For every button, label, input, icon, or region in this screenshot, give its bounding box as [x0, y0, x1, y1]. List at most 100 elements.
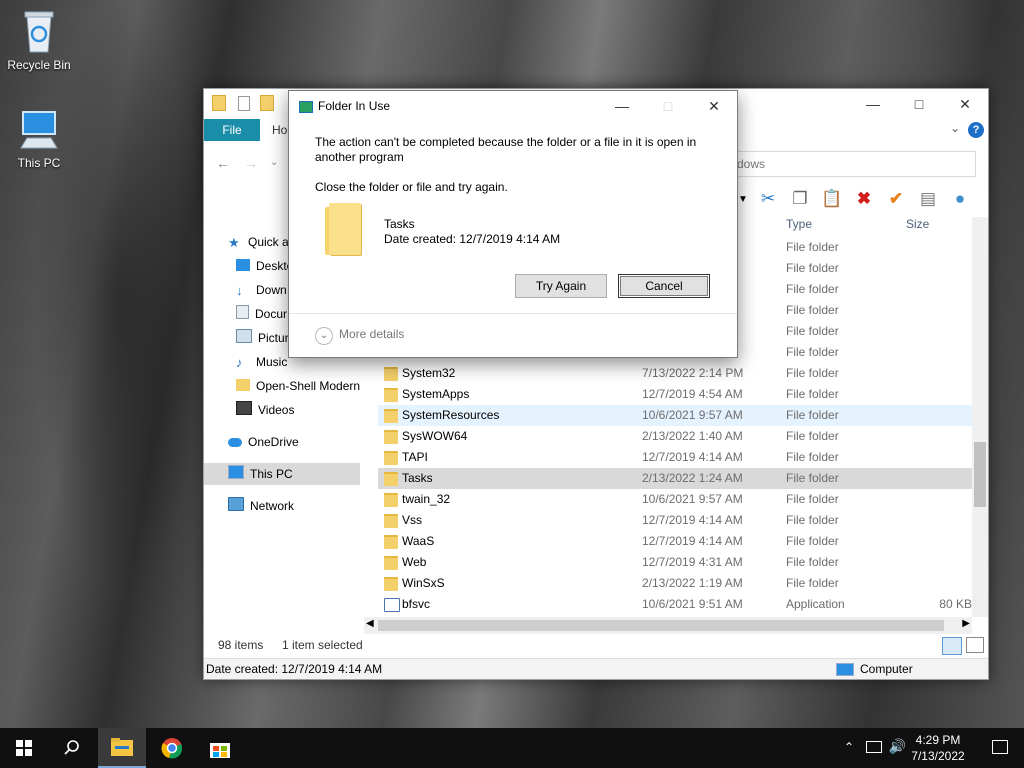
cancel-button[interactable]: Cancel [618, 274, 710, 298]
file-name: Vss [402, 513, 423, 527]
notifications-icon[interactable] [992, 740, 1008, 754]
nav-item-label: Docur [255, 307, 288, 321]
properties-icon[interactable] [238, 95, 250, 111]
file-type: File folder [786, 576, 839, 590]
more-details-toggle[interactable]: ⌄ More details [315, 327, 404, 345]
details-view-icon[interactable] [942, 637, 962, 655]
nav-item-label: Open-Shell Modern [256, 379, 361, 393]
help-icon[interactable]: ? [968, 122, 984, 138]
list-item[interactable]: twain_32 10/6/2021 9:57 AM File folder [378, 489, 972, 510]
copy-icon[interactable]: ❐ [788, 189, 812, 209]
file-name: SystemApps [402, 387, 470, 401]
column-header-size[interactable]: Size [906, 217, 929, 231]
list-item[interactable]: Vss 12/7/2019 4:14 AM File folder [378, 510, 972, 531]
list-item[interactable]: SysWOW64 2/13/2022 1:40 AM File folder [378, 426, 972, 447]
star-icon: ★ [228, 235, 240, 250]
close-button[interactable]: ✕ [691, 91, 737, 121]
list-item-selected[interactable]: Tasks 2/13/2022 1:24 AM File folder [378, 468, 972, 489]
minimize-button[interactable]: — [599, 91, 645, 121]
large-icons-view-icon[interactable] [966, 637, 984, 653]
file-type: File folder [786, 408, 839, 422]
chevron-down-icon[interactable]: ⌄ [950, 121, 960, 135]
message-line-2: another program [315, 150, 404, 164]
music-icon: ♪ [236, 355, 243, 370]
list-item[interactable]: SystemApps 12/7/2019 4:54 AM File folder [378, 384, 972, 405]
file-type: File folder [786, 366, 839, 380]
taskbar-chrome[interactable] [148, 728, 196, 768]
address-bar[interactable]: dows [734, 151, 976, 177]
item-date-created: Date created: 12/7/2019 4:14 AM [384, 232, 561, 246]
list-item[interactable]: WaaS 12/7/2019 4:14 AM File folder [378, 531, 972, 552]
chrome-icon [161, 738, 183, 759]
taskbar: ⌃ 🔊 4:29 PM 7/13/2022 [0, 728, 1024, 768]
nav-network[interactable]: Network [228, 495, 358, 517]
column-header-type[interactable]: Type [786, 217, 812, 231]
item-name: Tasks [384, 217, 415, 231]
back-arrow-icon[interactable]: ← [216, 155, 230, 171]
file-date: 12/7/2019 4:31 AM [642, 555, 743, 569]
location-label: Computer [860, 662, 913, 676]
folder-icon [384, 535, 398, 549]
rename-icon[interactable]: ▤ [916, 189, 940, 209]
folder-icon [325, 203, 363, 255]
file-size: 80 KB [939, 597, 972, 611]
vertical-scrollbar[interactable] [972, 217, 988, 617]
nav-onedrive[interactable]: OneDrive [228, 431, 358, 453]
volume-icon[interactable]: 🔊 [889, 738, 906, 755]
clock-date: 7/13/2022 [911, 749, 965, 763]
nav-videos[interactable]: Videos [236, 399, 356, 421]
file-date: 10/6/2021 9:57 AM [642, 408, 743, 422]
clock[interactable]: 4:29 PM 7/13/2022 [908, 732, 968, 764]
tab-file[interactable]: File [204, 119, 260, 141]
scroll-left-icon[interactable]: ◀ [366, 618, 374, 629]
dialog-title: Folder In Use [318, 99, 391, 113]
nav-item-label: Music [256, 355, 288, 369]
status-bar: 98 items 1 item selected [204, 634, 988, 656]
list-item[interactable]: WinSxS 2/13/2022 1:19 AM File folder [378, 573, 972, 594]
close-button[interactable]: ✕ [942, 89, 988, 119]
delete-icon[interactable]: ✖ [852, 189, 876, 209]
cut-icon[interactable]: ✂ [756, 189, 780, 209]
folder-icon [212, 95, 226, 111]
checkmark-icon[interactable]: ✔ [884, 189, 908, 209]
chevron-up-icon[interactable]: ⌃ [844, 740, 854, 754]
try-again-button[interactable]: Try Again [515, 274, 607, 298]
file-type: File folder [786, 303, 839, 317]
desktop-icon [236, 259, 250, 271]
search-button[interactable] [48, 728, 96, 768]
list-item[interactable]: SystemResources 10/6/2021 9:57 AM File fol… [378, 405, 972, 426]
taskbar-store[interactable] [196, 728, 244, 768]
paste-icon[interactable]: 📋 [820, 189, 844, 209]
nav-open-shell-modern[interactable]: Open-Shell Modern [236, 375, 362, 397]
open-shell-icon[interactable]: ● [948, 189, 972, 209]
nav-this-pc[interactable]: This PC [204, 463, 360, 485]
dropdown-arrow-icon[interactable]: ▼ [738, 194, 748, 205]
chevron-down-icon: ⌄ [315, 327, 333, 345]
computer-icon [228, 465, 244, 479]
tab-home[interactable]: Ho [272, 119, 287, 141]
list-item[interactable]: Web 12/7/2019 4:31 AM File folder [378, 552, 972, 573]
list-item[interactable]: System32 7/13/2022 2:14 PM File folder [378, 363, 972, 384]
taskbar-file-explorer[interactable] [98, 728, 146, 768]
forward-arrow-icon[interactable]: → [244, 155, 258, 171]
start-button[interactable] [0, 728, 48, 768]
horizontal-scrollbar[interactable]: ◀ ▶ [364, 617, 972, 634]
desktop-icon-recycle-bin[interactable]: Recycle Bin [1, 8, 77, 72]
file-type: File folder [786, 555, 839, 569]
network-icon[interactable] [866, 741, 882, 753]
file-type: File folder [786, 492, 839, 506]
scroll-right-icon[interactable]: ▶ [962, 618, 970, 629]
recent-locations-chevron-icon[interactable]: ⌄ [270, 157, 278, 168]
folder-icon [384, 577, 398, 591]
minimize-button[interactable]: — [850, 89, 896, 119]
computer-icon [836, 663, 854, 676]
new-folder-icon[interactable] [260, 95, 274, 111]
desktop-icon-this-pc[interactable]: This PC [1, 108, 77, 170]
list-item[interactable]: TAPI 12/7/2019 4:14 AM File folder [378, 447, 972, 468]
maximize-button[interactable]: □ [896, 89, 942, 119]
list-item[interactable]: bfsvc 10/6/2021 9:51 AM Application 80 KB [378, 594, 972, 615]
file-type: File folder [786, 450, 839, 464]
scrollbar-thumb[interactable] [378, 620, 944, 631]
selected-date-created: Date created: 12/7/2019 4:14 AM [206, 662, 383, 676]
scrollbar-thumb[interactable] [974, 442, 986, 507]
